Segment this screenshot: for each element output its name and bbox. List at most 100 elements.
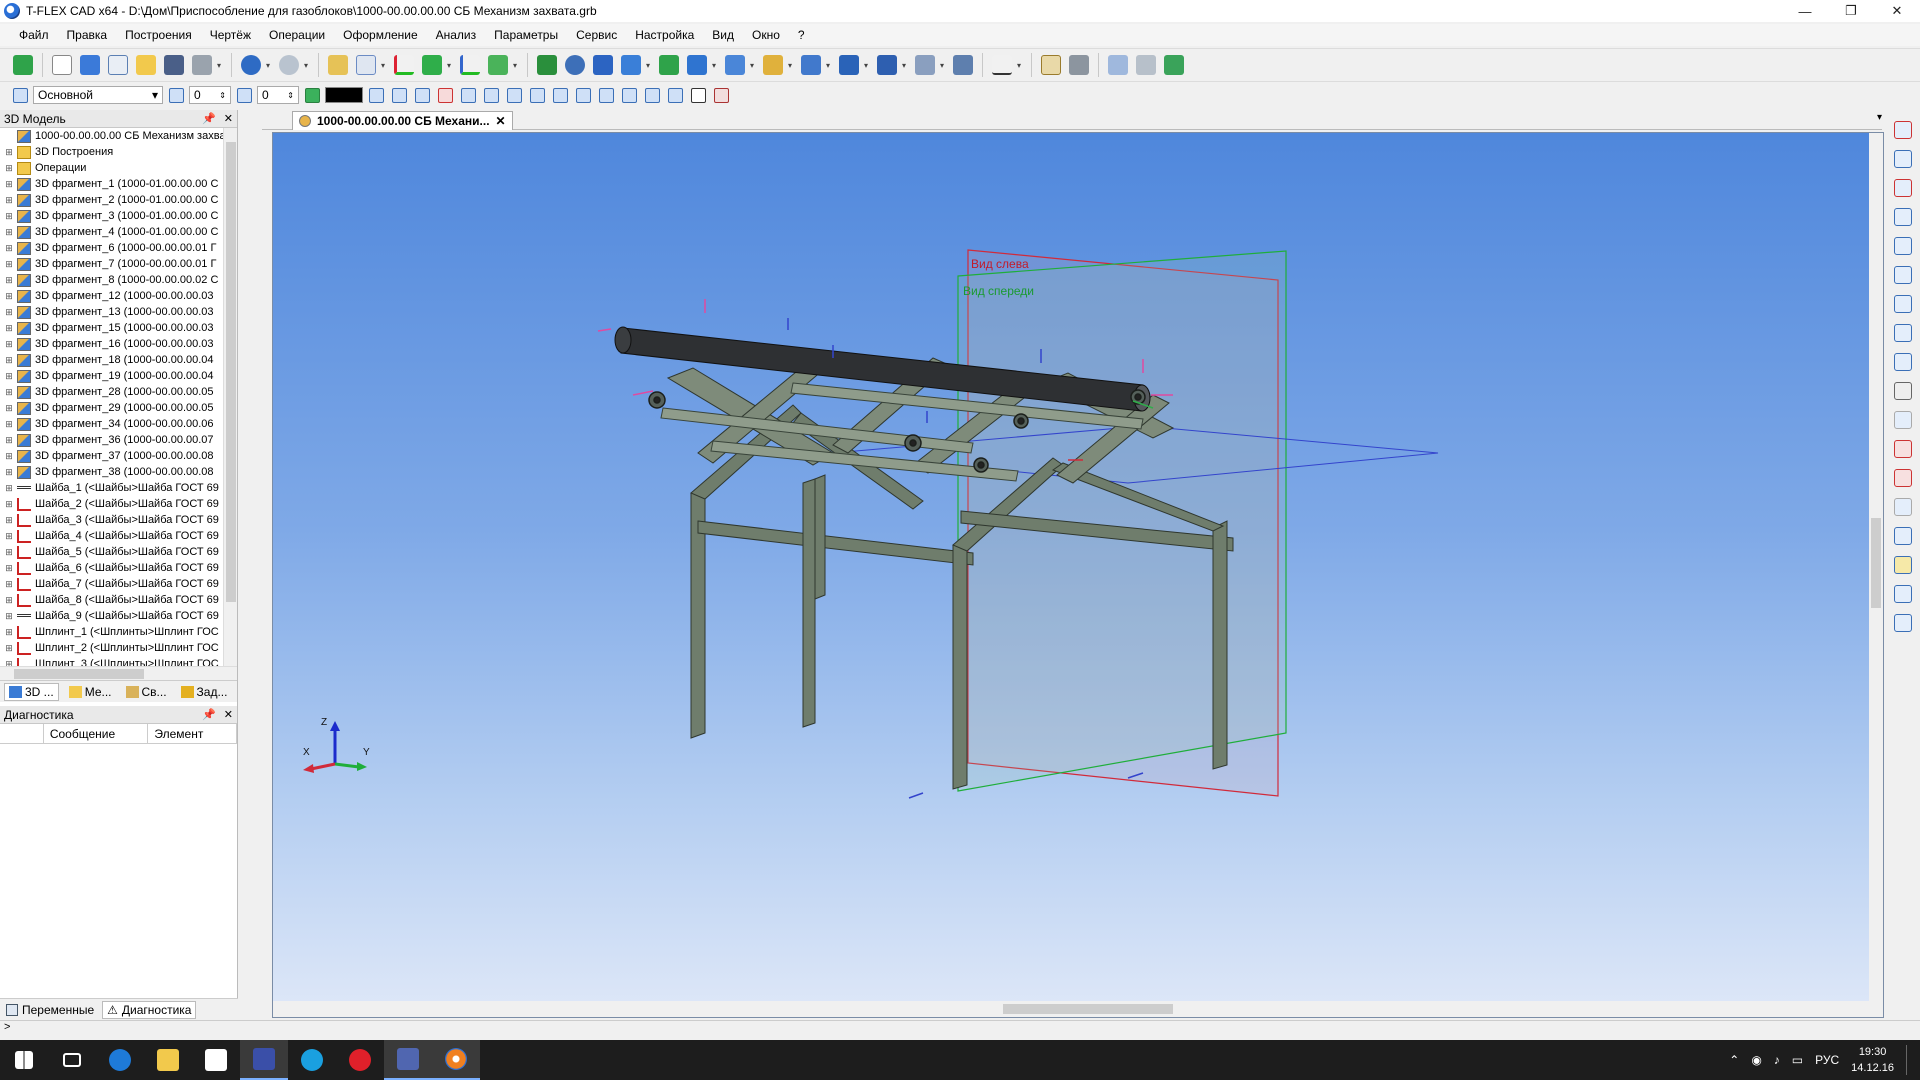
task-view-icon[interactable]	[48, 1040, 96, 1080]
expand-icon[interactable]: ⊞	[4, 163, 14, 173]
tree-item[interactable]: ⊞ 3D фрагмент_12 (1000-00.00.00.03	[0, 288, 237, 304]
document-tab[interactable]: 1000-00.00.00.00 СБ Механи... ✕	[292, 111, 513, 130]
tree-item[interactable]: ⊞ 3D фрагмент_37 (1000-00.00.00.08	[0, 448, 237, 464]
tree-item[interactable]: ⊞ 3D фрагмент_36 (1000-00.00.00.07	[0, 432, 237, 448]
spring-icon[interactable]	[912, 52, 938, 78]
box-icon[interactable]	[688, 85, 708, 105]
redo-icon[interactable]	[276, 52, 302, 78]
spring-dropdown-icon[interactable]: ▾	[940, 61, 948, 70]
sweep-dropdown-icon[interactable]: ▾	[646, 61, 654, 70]
glasses-icon[interactable]	[1891, 379, 1915, 403]
start-button[interactable]	[0, 1040, 48, 1080]
path-dropdown-icon[interactable]: ▾	[513, 61, 521, 70]
expand-icon[interactable]: ⊞	[4, 339, 14, 349]
tree-item[interactable]: ⊞ Шайба_2 (<Шайбы>Шайба ГОСТ 69	[0, 496, 237, 512]
level-stepper[interactable]: 0 ⇕	[189, 86, 231, 104]
scroll-thumb[interactable]	[226, 142, 236, 602]
cube-view-icon[interactable]	[1891, 524, 1915, 548]
expand-icon[interactable]: ⊞	[4, 227, 14, 237]
path-icon[interactable]	[485, 52, 511, 78]
zoom-fit-icon[interactable]	[1891, 234, 1915, 258]
snap-off-icon[interactable]	[435, 85, 455, 105]
expand-icon[interactable]: ⊞	[4, 275, 14, 285]
tree-root[interactable]: 1000-00.00.00.00 СБ Механизм захвата	[0, 128, 237, 144]
workplane-icon[interactable]	[325, 52, 351, 78]
shell-dropdown-icon[interactable]: ▾	[826, 61, 834, 70]
zoom-in-icon[interactable]	[1891, 292, 1915, 316]
tree-item[interactable]: ⊞ 3D фрагмент_16 (1000-00.00.00.03	[0, 336, 237, 352]
menu-settings[interactable]: Настройка	[626, 26, 703, 44]
menu-operations[interactable]: Операции	[260, 26, 334, 44]
dimension-icon[interactable]	[989, 52, 1015, 78]
node-dropdown-icon[interactable]: ▾	[447, 61, 455, 70]
expand-icon[interactable]: ⊞	[4, 387, 14, 397]
tree-item[interactable]: ⊞ Шайба_9 (<Шайбы>Шайба ГОСТ 69	[0, 608, 237, 624]
language-indicator[interactable]: РУС	[1815, 1053, 1839, 1067]
select-icon[interactable]	[389, 85, 409, 105]
tree-item[interactable]: ⊞ Шплинт_1 (<Шплинты>Шплинт ГОС	[0, 624, 237, 640]
pin-icon[interactable]: 📌	[202, 708, 216, 721]
expand-icon[interactable]: ⊞	[4, 579, 14, 589]
axis-icon[interactable]	[457, 52, 483, 78]
sweep-icon[interactable]	[618, 52, 644, 78]
pin-object-icon[interactable]	[1891, 147, 1915, 171]
pipe-icon[interactable]	[684, 52, 710, 78]
opera-icon[interactable]	[336, 1040, 384, 1080]
rotation-icon[interactable]	[562, 52, 588, 78]
tree-item[interactable]: ⊞ 3D фрагмент_18 (1000-00.00.00.04	[0, 352, 237, 368]
expand-icon[interactable]: ⊞	[4, 419, 14, 429]
tab-variables[interactable]: Переменные	[6, 1003, 94, 1017]
body-dropdown-icon[interactable]: ▾	[902, 61, 910, 70]
tree-item[interactable]: ⊞ 3D фрагмент_2 (1000-01.00.00.00 С	[0, 192, 237, 208]
menu-edit[interactable]: Правка	[58, 26, 117, 44]
expand-icon[interactable]: ⊞	[4, 483, 14, 493]
filter-icon[interactable]	[366, 85, 386, 105]
tree-item[interactable]: ⊞ 3D фрагмент_3 (1000-01.00.00.00 С	[0, 208, 237, 224]
expand-icon[interactable]: ⊞	[4, 435, 14, 445]
expand-icon[interactable]: ⊞	[4, 147, 14, 157]
lcs-icon[interactable]	[391, 52, 417, 78]
tab-properties[interactable]: Св...	[122, 684, 171, 700]
cube-iso-icon[interactable]	[1891, 582, 1915, 606]
tab-3d-model[interactable]: 3D ...	[4, 682, 59, 701]
edge-icon[interactable]	[96, 1040, 144, 1080]
tools-icon[interactable]	[1133, 52, 1159, 78]
diag-col-element[interactable]: Элемент	[148, 724, 237, 743]
save-icon[interactable]	[161, 52, 187, 78]
tree-item[interactable]: ⊞ 3D Построения	[0, 144, 237, 160]
tab-menu[interactable]: Ме...	[65, 684, 116, 700]
menu-view[interactable]: Вид	[703, 26, 743, 44]
shell-icon[interactable]	[798, 52, 824, 78]
expand-icon[interactable]: ⊞	[4, 195, 14, 205]
expand-icon[interactable]: ⊞	[4, 355, 14, 365]
zoom-previous-icon[interactable]	[1891, 350, 1915, 374]
tree-item[interactable]: ⊞ 3D фрагмент_29 (1000-00.00.00.05	[0, 400, 237, 416]
viewport-hscrollbar[interactable]	[273, 1001, 1883, 1017]
array-dropdown-icon[interactable]: ▾	[750, 61, 758, 70]
pin-icon[interactable]: 📌	[202, 112, 216, 125]
view-filter-9-icon[interactable]	[642, 85, 662, 105]
zoom-all-icon[interactable]	[1891, 263, 1915, 287]
volume-icon[interactable]: ♪	[1774, 1053, 1780, 1067]
tree-item[interactable]: ⊞ 3D фрагмент_13 (1000-00.00.00.03	[0, 304, 237, 320]
minimize-button[interactable]: —	[1782, 0, 1828, 22]
notification-icon[interactable]: ▭	[1792, 1053, 1803, 1067]
window-icon[interactable]	[1891, 611, 1915, 635]
sketch-icon[interactable]	[353, 52, 379, 78]
3d-viewport[interactable]: Вид слева Вид спереди Z X Y	[272, 132, 1884, 1018]
close-icon[interactable]: ✕	[224, 708, 233, 721]
body-icon[interactable]	[874, 52, 900, 78]
menu-file[interactable]: Файл	[10, 26, 58, 44]
tree-item[interactable]: ⊞ Шайба_3 (<Шайбы>Шайба ГОСТ 69	[0, 512, 237, 528]
expand-icon[interactable]: ⊞	[4, 307, 14, 317]
view-filter-4-icon[interactable]	[527, 85, 547, 105]
skype-icon[interactable]	[288, 1040, 336, 1080]
save-app-icon[interactable]	[240, 1040, 288, 1080]
tree-item[interactable]: ⊞ Шайба_1 (<Шайбы>Шайба ГОСТ 69	[0, 480, 237, 496]
expand-icon[interactable]: ⊞	[4, 467, 14, 477]
sketch-dropdown-icon[interactable]: ▾	[381, 61, 389, 70]
tabs-dropdown-icon[interactable]: ▾	[1877, 112, 1882, 123]
expand-icon[interactable]: ⊞	[4, 659, 14, 666]
tree-item[interactable]: ⊞ Шайба_6 (<Шайбы>Шайба ГОСТ 69	[0, 560, 237, 576]
view-filter-6-icon[interactable]	[573, 85, 593, 105]
